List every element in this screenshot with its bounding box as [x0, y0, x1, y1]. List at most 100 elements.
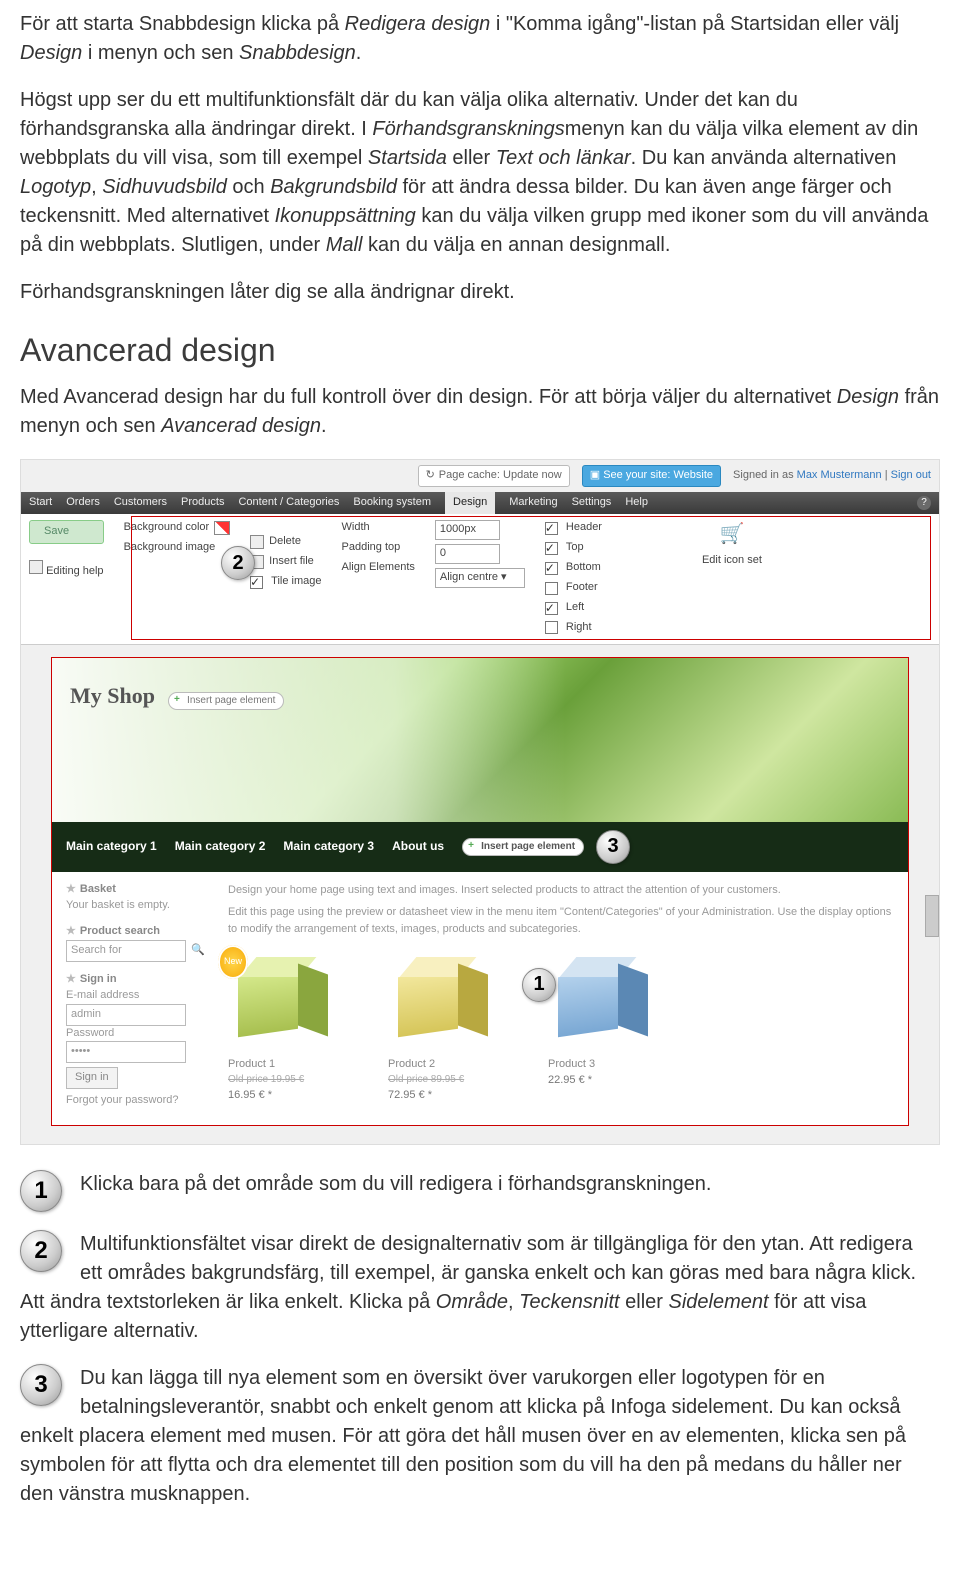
intro-paragraph-3: Förhandsgranskningen låter dig se alla ä…	[20, 278, 940, 307]
footer-checkbox[interactable]	[545, 582, 558, 595]
save-button[interactable]: Save	[29, 520, 104, 544]
email-label: E-mail address	[66, 988, 216, 1004]
signed-in-label: Signed in as Max Mustermann | Sign out	[733, 468, 931, 484]
bg-image-option[interactable]: Background image	[124, 540, 231, 556]
note-3-text: Du kan lägga till nya element som en öve…	[20, 1367, 906, 1505]
lead-paragraph: Med Avancerad design har du full kontrol…	[20, 383, 940, 441]
shop-header-area[interactable]: My Shop Insert page element	[52, 658, 908, 822]
width-label: Width	[342, 520, 370, 536]
password-label: Password	[66, 1026, 216, 1042]
nav-cat-1[interactable]: Main category 1	[66, 838, 157, 855]
note-3-block: 3 Du kan lägga till nya element som en ö…	[20, 1364, 940, 1509]
note-2-block: 2 Multifunktionsfältet visar direkt de d…	[20, 1230, 940, 1346]
product-old-price: Old price 89.95 €	[388, 1073, 518, 1088]
note-1-row: 1 Klicka bara på det område som du vill …	[20, 1170, 940, 1212]
icon-set-icon: 🛒	[719, 520, 744, 549]
product-price: 22.95 € *	[548, 1073, 678, 1089]
grid-icon	[29, 560, 43, 574]
bottom-checkbox[interactable]	[545, 562, 558, 575]
menu-content[interactable]: Content / Categories	[238, 495, 339, 511]
color-swatch-icon	[214, 521, 230, 535]
menu-help[interactable]: Help	[625, 495, 648, 511]
scrollbar-handle[interactable]	[925, 895, 939, 937]
shop-main-area: Design your home page using text and ima…	[228, 882, 894, 1109]
product-old-price: Old price 19.95 €	[228, 1073, 358, 1088]
intro-paragraph-1: För att starta Snabbdesign klicka på Red…	[20, 10, 940, 68]
new-badge-icon: New	[218, 945, 248, 978]
menu-settings[interactable]: Settings	[572, 495, 612, 511]
menu-design[interactable]: Design	[445, 492, 495, 514]
menu-start[interactable]: Start	[29, 495, 52, 511]
menu-products[interactable]: Products	[181, 495, 224, 511]
insert-page-element-header[interactable]: Insert page element	[168, 692, 284, 711]
menu-customers[interactable]: Customers	[114, 495, 167, 511]
bg-color-option[interactable]: Background color	[124, 520, 231, 536]
star-icon: ★	[66, 924, 76, 940]
left-checkbox[interactable]	[545, 602, 558, 615]
signin-heading: ★Sign in	[66, 972, 216, 988]
search-heading: ★Product search	[66, 924, 216, 940]
insert-file-option[interactable]: Insert file	[250, 554, 321, 570]
menu-marketing[interactable]: Marketing	[509, 495, 557, 511]
align-select[interactable]: Align centre ▾	[435, 568, 525, 588]
shop-content-area[interactable]: 1 ★Basket Your basket is empty. ★Product…	[52, 872, 908, 1119]
callout-marker-1: 1	[522, 968, 556, 1002]
padding-label: Padding top	[342, 540, 401, 556]
shop-nav-bar: Main category 1 Main category 2 Main cat…	[52, 822, 908, 872]
see-your-site-button[interactable]: ▣ See your site: Website	[582, 465, 721, 487]
star-icon: ★	[66, 882, 76, 898]
delete-option[interactable]: Delete	[250, 534, 321, 550]
insert-page-element-nav[interactable]: Insert page element	[462, 838, 584, 857]
product-price: 72.95 € *	[388, 1088, 518, 1104]
padding-input[interactable]: 0	[435, 544, 500, 564]
tile-checkbox[interactable]	[250, 576, 263, 589]
basket-heading: ★Basket	[66, 882, 216, 898]
refresh-icon: ↻	[426, 468, 435, 484]
sign-out-link[interactable]: Sign out	[891, 469, 931, 481]
shop-sidebar: ★Basket Your basket is empty. ★Product s…	[66, 882, 216, 1109]
tile-image-option[interactable]: Tile image	[250, 574, 321, 590]
product-price: 16.95 € *	[228, 1088, 358, 1104]
preview-highlight-frame: My Shop Insert page element Main categor…	[51, 657, 909, 1126]
menu-orders[interactable]: Orders	[66, 495, 100, 511]
design-screenshot: ↻Page cache: Update now ▣ See your site:…	[20, 459, 940, 1145]
product-card[interactable]: Product 2 Old price 89.95 € 72.95 € *	[388, 951, 518, 1103]
forgot-password-link[interactable]: Forgot your password?	[66, 1093, 216, 1109]
nav-cat-3[interactable]: Main category 3	[283, 838, 374, 855]
product-card[interactable]: Product 3 22.95 € *	[548, 951, 678, 1103]
product-image: New	[228, 951, 328, 1051]
main-description-1: Design your home page using text and ima…	[228, 882, 894, 899]
edit-icon-set-link[interactable]: Edit icon set	[702, 553, 762, 569]
search-input[interactable]: Search for	[66, 940, 186, 962]
width-input[interactable]: 1000px	[435, 520, 500, 540]
editing-help-link[interactable]: Editing help	[29, 560, 104, 580]
product-name: Product 2	[388, 1057, 518, 1073]
nav-about[interactable]: About us	[392, 838, 444, 855]
user-link[interactable]: Max Mustermann	[797, 469, 882, 481]
top-checkbox[interactable]	[545, 542, 558, 555]
help-icon[interactable]: ?	[917, 496, 931, 510]
email-input[interactable]: admin	[66, 1004, 186, 1026]
website-icon: ▣	[590, 469, 600, 481]
preview-area: My Shop Insert page element Main categor…	[21, 645, 939, 1144]
main-menu-bar: Start Orders Customers Products Content …	[21, 492, 939, 514]
star-icon: ★	[66, 972, 76, 988]
password-input[interactable]: •••••	[66, 1041, 186, 1063]
main-description-2: Edit this page using the preview or data…	[228, 904, 894, 937]
delete-icon	[250, 535, 264, 549]
product-card[interactable]: New Product 1 Old price 19.95 € 16.95 € …	[228, 951, 358, 1103]
callout-marker-3: 3	[596, 830, 630, 864]
align-label: Align Elements	[342, 560, 415, 576]
callout-badge-3: 3	[20, 1364, 62, 1406]
page-cache-button[interactable]: ↻Page cache: Update now	[418, 465, 570, 487]
shop-title: My Shop	[70, 683, 155, 708]
nav-cat-2[interactable]: Main category 2	[175, 838, 266, 855]
right-checkbox[interactable]	[545, 621, 558, 634]
heading-advanced-design: Avancerad design	[20, 327, 940, 373]
search-icon[interactable]: 🔍	[191, 943, 205, 959]
sign-in-button[interactable]: Sign in	[66, 1067, 118, 1089]
header-checkbox[interactable]	[545, 522, 558, 535]
callout-badge-1: 1	[20, 1170, 62, 1212]
menu-booking[interactable]: Booking system	[353, 495, 431, 511]
product-name: Product 1	[228, 1057, 358, 1073]
